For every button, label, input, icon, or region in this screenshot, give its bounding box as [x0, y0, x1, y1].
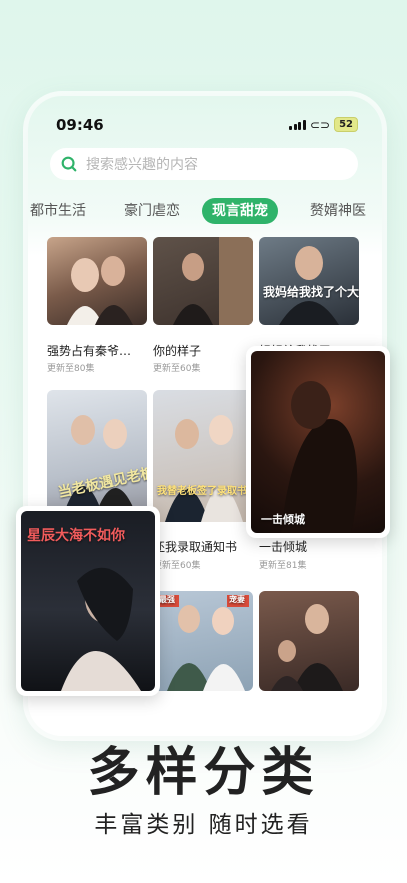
poster-art — [157, 595, 249, 691]
episode-count: 更新至60集 — [153, 364, 201, 374]
search-input[interactable]: 搜索感兴趣的内容 — [50, 148, 358, 180]
drama-poster[interactable]: 我妈给我找了个大学生爸爸 — [259, 237, 359, 325]
drama-title[interactable]: 强势占有秦爷… — [47, 342, 145, 359]
drama-title[interactable]: 你的样子 — [153, 342, 251, 359]
status-bar: 09:46 ⊂⊃ 52 — [28, 96, 382, 142]
featured-card-right[interactable]: 一击倾城 — [246, 346, 390, 538]
poster-title-art: 星辰大海不如你 — [27, 528, 125, 544]
drama-poster[interactable] — [153, 237, 253, 325]
promo-headline: 多样分类 — [87, 743, 320, 803]
poster-art — [165, 415, 243, 522]
featured-poster: 星辰大海不如你 — [21, 511, 155, 691]
episode-count: 更新至81集 — [259, 561, 307, 571]
category-tabs: 都市生活 豪门虐恋 现言甜宠 赘婿神医 — [28, 198, 382, 226]
search-icon — [61, 156, 77, 172]
poster-title-art: 我妈给我找了个大学生爸爸 — [263, 285, 359, 299]
tab-modern-romance[interactable]: 现言甜宠 — [202, 198, 278, 224]
poster-title-art: 我替老板签了录取书 — [157, 486, 247, 497]
drama-poster[interactable]: 我替老板签了录取书 — [153, 390, 253, 522]
drama-title[interactable]: 还我录取通知书 — [153, 538, 251, 555]
tab-rich-family[interactable]: 豪门虐恋 — [124, 198, 180, 224]
status-icons: ⊂⊃ 52 — [289, 117, 358, 132]
search-placeholder: 搜索感兴趣的内容 — [86, 157, 198, 173]
poster-art — [279, 246, 339, 325]
drama-poster[interactable] — [259, 591, 359, 691]
tab-son-in-law[interactable]: 赘婿神医 — [310, 198, 366, 224]
featured-poster: 一击倾城 — [251, 351, 385, 533]
poster-art — [173, 237, 253, 325]
drama-poster[interactable] — [47, 237, 147, 325]
battery-icon: 52 — [334, 117, 358, 132]
tab-urban-life[interactable]: 都市生活 — [30, 198, 86, 224]
episode-count: 更新至80集 — [47, 364, 95, 374]
status-time: 09:46 — [56, 116, 104, 134]
drama-title[interactable]: 一击倾城 — [259, 538, 357, 555]
episode-count: 更新至60集 — [153, 561, 201, 571]
poster-art — [281, 381, 358, 533]
poster-art — [67, 256, 133, 325]
hotspot-icon: ⊂⊃ — [309, 117, 331, 132]
featured-card-left[interactable]: 星辰大海不如你 — [16, 506, 160, 696]
poster-art — [61, 415, 139, 522]
badge: 最强 — [159, 595, 175, 604]
drama-poster[interactable]: 最强 宠妻 — [153, 591, 253, 691]
signal-icon — [289, 119, 306, 130]
drama-poster[interactable]: 当老板遇见老板 — [47, 390, 147, 522]
badge: 宠妻 — [229, 595, 245, 604]
promo-subline: 丰富类别 随时选看 — [94, 812, 313, 838]
poster-art — [271, 604, 343, 691]
poster-title-art: 一击倾城 — [261, 513, 305, 526]
